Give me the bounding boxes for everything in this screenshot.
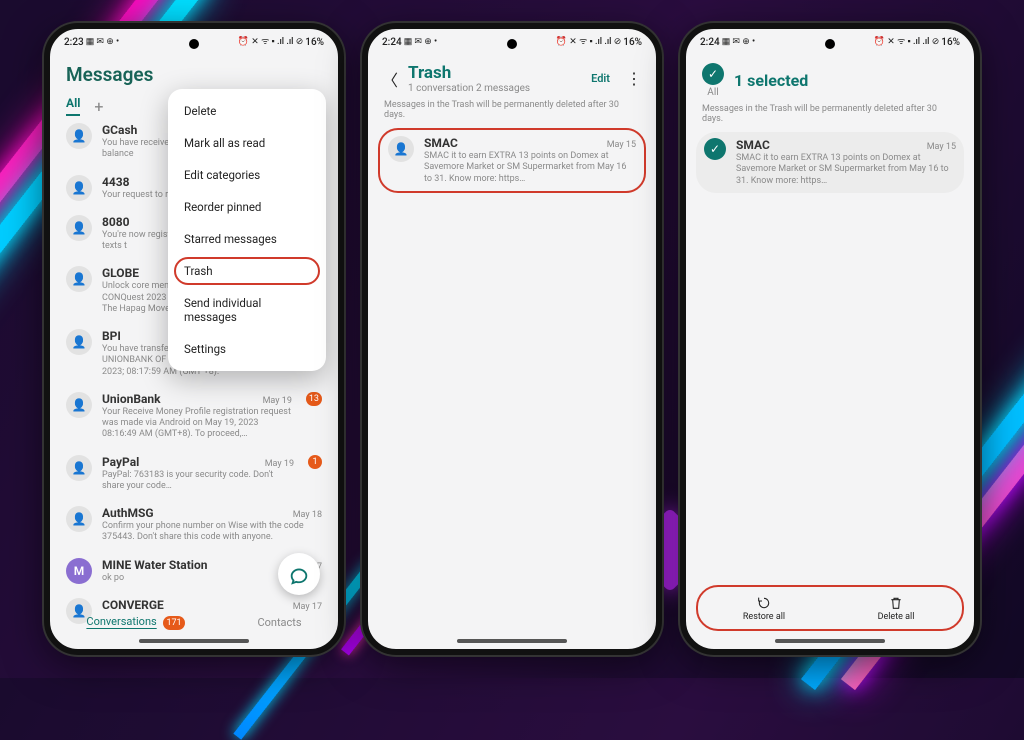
status-left-icons: ▦ ✉ ⊕ • — [86, 38, 119, 47]
convo-name: SMAC — [424, 136, 458, 150]
more-icon[interactable]: ⋮ — [626, 69, 642, 88]
convo-name: SMAC — [736, 138, 770, 152]
avatar: 👤 — [66, 175, 92, 201]
delete-all-button[interactable]: Delete all — [830, 595, 962, 622]
bottom-nav: Conversations 171 Contacts — [50, 609, 338, 635]
status-right-icons: ⏰ ✕ ᯤ ▪ .ıl .ıl ⊘ — [556, 38, 621, 47]
gesture-bar — [775, 639, 885, 643]
convo-date: May 15 — [607, 140, 636, 150]
page-subtitle: 1 conversation 2 messages — [408, 83, 581, 94]
nav-conversations-label: Conversations — [86, 615, 156, 628]
menu-delete[interactable]: Delete — [168, 95, 326, 127]
status-left-icons: ▦ ✉ ⊕ • — [722, 38, 755, 47]
list-item[interactable]: 👤 PayPal May 19 PayPal: 763183 is your se… — [50, 448, 338, 500]
trash-notice: Messages in the Trash will be permanentl… — [368, 94, 656, 124]
menu-settings[interactable]: Settings — [168, 333, 326, 365]
menu-send-individual[interactable]: Send individual messages — [168, 287, 326, 333]
camera-dot — [189, 39, 199, 49]
convo-name: UnionBank — [102, 392, 161, 406]
gesture-bar — [457, 639, 567, 643]
avatar: 👤 — [66, 455, 92, 481]
restore-all-button[interactable]: Restore all — [698, 595, 830, 622]
list-item[interactable]: 👤 UnionBank May 19 Your Receive Money Pro… — [50, 385, 338, 448]
avatar: M — [66, 558, 92, 584]
avatar: 👤 — [66, 266, 92, 292]
menu-reorder-pinned[interactable]: Reorder pinned — [168, 191, 326, 223]
trash-conversation-selected[interactable]: ✓ SMAC May 15 SMAC it to earn EXTRA 13 p… — [696, 132, 964, 193]
convo-name: PayPal — [102, 455, 139, 469]
nav-conversations[interactable]: Conversations 171 — [86, 615, 184, 630]
status-right-icons: ⏰ ✕ ᯤ ▪ .ıl .ıl ⊘ — [238, 38, 303, 47]
avatar: 👤 — [66, 392, 92, 418]
restore-icon — [756, 595, 772, 611]
select-all-row: ✓ All 1 selected — [686, 53, 974, 98]
camera-dot — [507, 39, 517, 49]
unread-badge: 13 — [306, 392, 322, 406]
convo-preview: SMAC it to earn EXTRA 13 points on Domex… — [424, 151, 636, 185]
overflow-menu: Delete Mark all as read Edit categories … — [168, 89, 326, 371]
phone-messages-inbox: 2:23 ▦ ✉ ⊕ • ⏰ ✕ ᯤ ▪ .ıl .ıl ⊘ 16% Messa… — [44, 23, 344, 655]
trash-icon — [888, 595, 904, 611]
convo-preview: Confirm your phone number on Wise with t… — [102, 521, 322, 544]
convo-name: MINE Water Station — [102, 558, 207, 572]
page-title: Messages — [50, 53, 338, 92]
menu-trash[interactable]: Trash — [168, 255, 326, 287]
page-title: 1 selected — [734, 71, 808, 90]
action-bar: Restore all Delete all — [696, 585, 964, 631]
convo-date: May 15 — [927, 142, 956, 152]
delete-label: Delete all — [878, 612, 915, 622]
select-all-checkbox[interactable]: ✓ — [702, 63, 724, 85]
status-time: 2:24 — [700, 37, 720, 48]
trash-notice: Messages in the Trash will be permanentl… — [686, 98, 974, 128]
convo-name: 8080 — [102, 215, 130, 229]
select-all-label: All — [707, 87, 718, 98]
back-icon[interactable]: 〈 — [382, 67, 398, 91]
trash-conversation[interactable]: 👤 SMAC May 15 SMAC it to earn EXTRA 13 p… — [378, 128, 646, 193]
status-time: 2:24 — [382, 37, 402, 48]
avatar: 👤 — [388, 136, 414, 162]
edit-button[interactable]: Edit — [591, 72, 610, 85]
restore-label: Restore all — [743, 612, 785, 622]
phone-trash-list: 2:24 ▦ ✉ ⊕ • ⏰ ✕ ᯤ ▪ .ıl .ıl ⊘ 16% 〈 Tra… — [362, 23, 662, 655]
tab-all[interactable]: All — [66, 96, 80, 116]
avatar: 👤 — [66, 123, 92, 149]
phone-trash-selected: 2:24 ▦ ✉ ⊕ • ⏰ ✕ ᯤ ▪ .ıl .ıl ⊘ 16% ✓ All… — [680, 23, 980, 655]
item-checkbox[interactable]: ✓ — [704, 138, 726, 160]
convo-name: BPI — [102, 329, 121, 343]
convo-name: GCash — [102, 123, 137, 137]
avatar: 👤 — [66, 506, 92, 532]
nav-conversations-badge: 171 — [163, 616, 184, 630]
menu-starred[interactable]: Starred messages — [168, 223, 326, 255]
battery-percent: 16% — [941, 37, 960, 48]
convo-name: AuthMSG — [102, 506, 154, 520]
convo-preview: SMAC it to earn EXTRA 13 points on Domex… — [736, 153, 956, 187]
menu-edit-categories[interactable]: Edit categories — [168, 159, 326, 191]
convo-preview: Your Receive Money Profile registration … — [102, 407, 292, 441]
status-right-icons: ⏰ ✕ ᯤ ▪ .ıl .ıl ⊘ — [874, 38, 939, 47]
highlight-ring — [174, 257, 320, 285]
convo-preview: PayPal: 763183 is your security code. Do… — [102, 470, 294, 493]
battery-percent: 16% — [305, 37, 324, 48]
gesture-bar — [139, 639, 249, 643]
status-left-icons: ▦ ✉ ⊕ • — [404, 38, 437, 47]
convo-date: May 18 — [293, 510, 322, 520]
compose-icon — [288, 563, 310, 585]
header: 〈 Trash 1 conversation 2 messages Edit ⋮ — [368, 53, 656, 94]
compose-fab[interactable] — [278, 553, 320, 595]
status-time: 2:23 — [64, 37, 84, 48]
convo-name: GLOBE — [102, 266, 139, 280]
unread-badge: 1 — [308, 455, 322, 469]
camera-dot — [825, 39, 835, 49]
convo-date: May 19 — [263, 396, 292, 406]
add-category-icon[interactable]: + — [94, 97, 103, 116]
page-title: Trash — [408, 63, 581, 83]
avatar: 👤 — [66, 329, 92, 355]
convo-name: 4438 — [102, 175, 130, 189]
nav-contacts[interactable]: Contacts — [257, 616, 301, 629]
list-item[interactable]: 👤 AuthMSG May 18 Confirm your phone numbe… — [50, 499, 338, 551]
menu-mark-all-read[interactable]: Mark all as read — [168, 127, 326, 159]
avatar: 👤 — [66, 215, 92, 241]
convo-date: May 19 — [265, 459, 294, 469]
battery-percent: 16% — [623, 37, 642, 48]
